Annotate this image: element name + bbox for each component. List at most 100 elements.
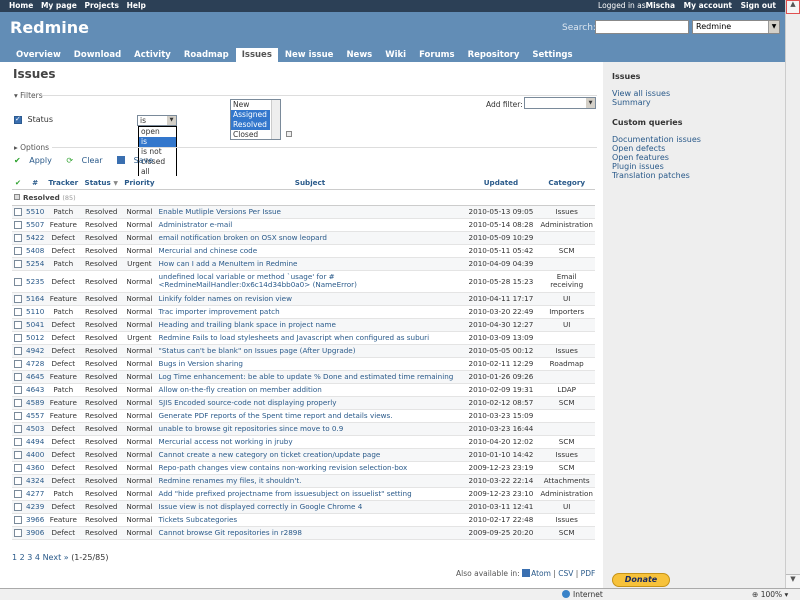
zoom-control[interactable]: ⊕ 100% ▾ <box>752 590 788 599</box>
issue-id-link[interactable]: 5110 <box>24 305 47 319</box>
status-operator-select[interactable]: is ▼ <box>137 115 177 126</box>
row-checkbox-box[interactable] <box>14 334 22 342</box>
issue-id-link[interactable]: 4728 <box>24 357 47 371</box>
row-checkbox[interactable] <box>12 474 24 488</box>
status-value-assigned[interactable]: Assigned <box>231 110 270 120</box>
sidebar-query-plugin-issues[interactable]: Plugin issues <box>612 162 664 171</box>
table-row[interactable]: 4400 Defect Resolved Normal Cannot create a … <box>12 448 595 462</box>
operator-option-open[interactable]: open <box>139 127 176 137</box>
row-checkbox-box[interactable] <box>14 221 22 229</box>
table-row[interactable]: 5254 Patch Resolved Urgent How can I add a M… <box>12 257 595 271</box>
row-checkbox-box[interactable] <box>14 516 22 524</box>
issue-subject-link[interactable]: Issue view is not displayed correctly in… <box>156 500 464 514</box>
filters-legend[interactable]: ▾ Filters <box>14 91 43 100</box>
row-checkbox[interactable] <box>12 257 24 271</box>
row-checkbox-box[interactable] <box>14 412 22 420</box>
issue-subject-link[interactable]: Administrator e-mail <box>156 218 464 232</box>
table-row[interactable]: 5110 Patch Resolved Normal Trac importer imp… <box>12 305 595 319</box>
issue-subject-link[interactable]: Trac importer improvement patch <box>156 305 464 319</box>
row-checkbox[interactable] <box>12 305 24 319</box>
page-link-4[interactable]: 4 <box>35 553 40 562</box>
row-checkbox[interactable] <box>12 396 24 410</box>
table-row[interactable]: 4494 Defect Resolved Normal Mercurial access… <box>12 435 595 449</box>
chevron-down-icon[interactable]: ▼ <box>586 98 595 108</box>
row-checkbox[interactable] <box>12 244 24 258</box>
row-checkbox[interactable] <box>12 331 24 345</box>
status-value-new[interactable]: New <box>231 100 270 110</box>
row-checkbox[interactable] <box>12 526 24 540</box>
issue-subject-link[interactable]: Repo-path changes view contains non-work… <box>156 461 464 475</box>
table-row[interactable]: 5507 Feature Resolved Normal Administrator e… <box>12 218 595 232</box>
page-link-3[interactable]: 3 <box>27 553 32 562</box>
issue-id-link[interactable]: 4360 <box>24 461 47 475</box>
tab-repository[interactable]: Repository <box>462 48 526 62</box>
column-id[interactable]: # <box>24 176 47 190</box>
issue-subject-link[interactable]: "Status can't be blank" on Issues page (… <box>156 344 464 358</box>
row-checkbox[interactable] <box>12 513 24 527</box>
app-title[interactable]: Redmine <box>10 18 89 37</box>
top-link-home[interactable]: Home <box>9 0 33 12</box>
table-row[interactable]: 4239 Defect Resolved Normal Issue view is no… <box>12 500 595 514</box>
issue-subject-link[interactable]: Log Time enhancement: be able to update … <box>156 370 464 384</box>
row-checkbox[interactable] <box>12 500 24 514</box>
next-page-link[interactable]: Next » <box>43 553 69 562</box>
row-checkbox-box[interactable] <box>14 234 22 242</box>
table-row[interactable]: 4557 Feature Resolved Normal Generate PDF re… <box>12 409 595 423</box>
row-checkbox-box[interactable] <box>14 295 22 303</box>
issue-id-link[interactable]: 5254 <box>24 257 47 271</box>
row-checkbox[interactable] <box>12 409 24 423</box>
row-checkbox[interactable] <box>12 205 24 219</box>
logged-in-user[interactable]: Mischa <box>646 1 675 10</box>
issue-id-link[interactable]: 4589 <box>24 396 47 410</box>
table-row[interactable]: 4360 Defect Resolved Normal Repo-path change… <box>12 461 595 475</box>
row-checkbox-box[interactable] <box>14 425 22 433</box>
row-checkbox[interactable] <box>12 270 24 293</box>
export-pdf-link[interactable]: PDF <box>581 569 596 578</box>
table-row[interactable]: 5041 Defect Resolved Normal Heading and trai… <box>12 318 595 332</box>
row-checkbox[interactable] <box>12 231 24 245</box>
status-value-resolved[interactable]: Resolved <box>231 120 270 130</box>
status-filter-checkbox[interactable] <box>14 115 22 124</box>
chevron-down-icon[interactable]: ▼ <box>768 21 779 33</box>
issue-id-link[interactable]: 5041 <box>24 318 47 332</box>
row-checkbox-box[interactable] <box>14 451 22 459</box>
issue-id-link[interactable]: 4400 <box>24 448 47 462</box>
row-checkbox-box[interactable] <box>14 247 22 255</box>
operator-option-is[interactable]: is <box>139 137 176 147</box>
row-checkbox[interactable] <box>12 461 24 475</box>
row-checkbox[interactable] <box>12 344 24 358</box>
issue-subject-link[interactable]: Add "hide prefixed projectname from issu… <box>156 487 464 501</box>
table-row[interactable]: 5408 Defect Resolved Normal Mercurial and ch… <box>12 244 595 258</box>
table-row[interactable]: 4645 Feature Resolved Normal Log Time enhanc… <box>12 370 595 384</box>
options-legend[interactable]: ▸ Options <box>14 143 49 152</box>
column-status[interactable]: Status ▼ <box>80 176 123 190</box>
tab-roadmap[interactable]: Roadmap <box>178 48 235 62</box>
issue-subject-link[interactable]: unable to browse git repositories since … <box>156 422 464 436</box>
top-link-my-page[interactable]: My page <box>41 0 77 12</box>
table-row[interactable]: 4589 Feature Resolved Normal SJIS Encoded so… <box>12 396 595 410</box>
issue-subject-link[interactable]: SJIS Encoded source-code not displaying … <box>156 396 464 410</box>
top-link-projects[interactable]: Projects <box>84 0 119 12</box>
sidebar-query-open-features[interactable]: Open features <box>612 153 669 162</box>
row-checkbox[interactable] <box>12 357 24 371</box>
save-button[interactable]: Save <box>117 156 159 165</box>
tab-download[interactable]: Download <box>68 48 127 62</box>
vertical-scrollbar[interactable]: ▲ ▼ <box>785 0 800 588</box>
donate-button[interactable]: Donate <box>612 573 670 587</box>
issue-subject-link[interactable]: Bugs in Version sharing <box>156 357 464 371</box>
table-row[interactable]: 5164 Feature Resolved Normal Linkify folder … <box>12 292 595 306</box>
issue-subject-link[interactable]: email notification broken on OSX snow le… <box>156 231 464 245</box>
table-row[interactable]: 4643 Patch Resolved Normal Allow on-the-fly … <box>12 383 595 397</box>
table-row[interactable]: 3966 Feature Resolved Normal Tickets Subcate… <box>12 513 595 527</box>
add-filter-select[interactable]: ▼ <box>524 97 596 109</box>
table-row[interactable]: 5012 Defect Resolved Urgent Redmine Fails to… <box>12 331 595 345</box>
sidebar-link-summary[interactable]: Summary <box>612 98 651 107</box>
row-checkbox[interactable] <box>12 487 24 501</box>
issue-id-link[interactable]: 5012 <box>24 331 47 345</box>
table-row[interactable]: 4277 Patch Resolved Normal Add "hide prefixe… <box>12 487 595 501</box>
column-subject[interactable]: Subject <box>156 176 464 190</box>
row-checkbox[interactable] <box>12 292 24 306</box>
issue-id-link[interactable]: 4645 <box>24 370 47 384</box>
sidebar-link-view-all-issues[interactable]: View all issues <box>612 89 670 98</box>
issue-subject-link[interactable]: undefined local variable or method `usag… <box>156 270 464 293</box>
